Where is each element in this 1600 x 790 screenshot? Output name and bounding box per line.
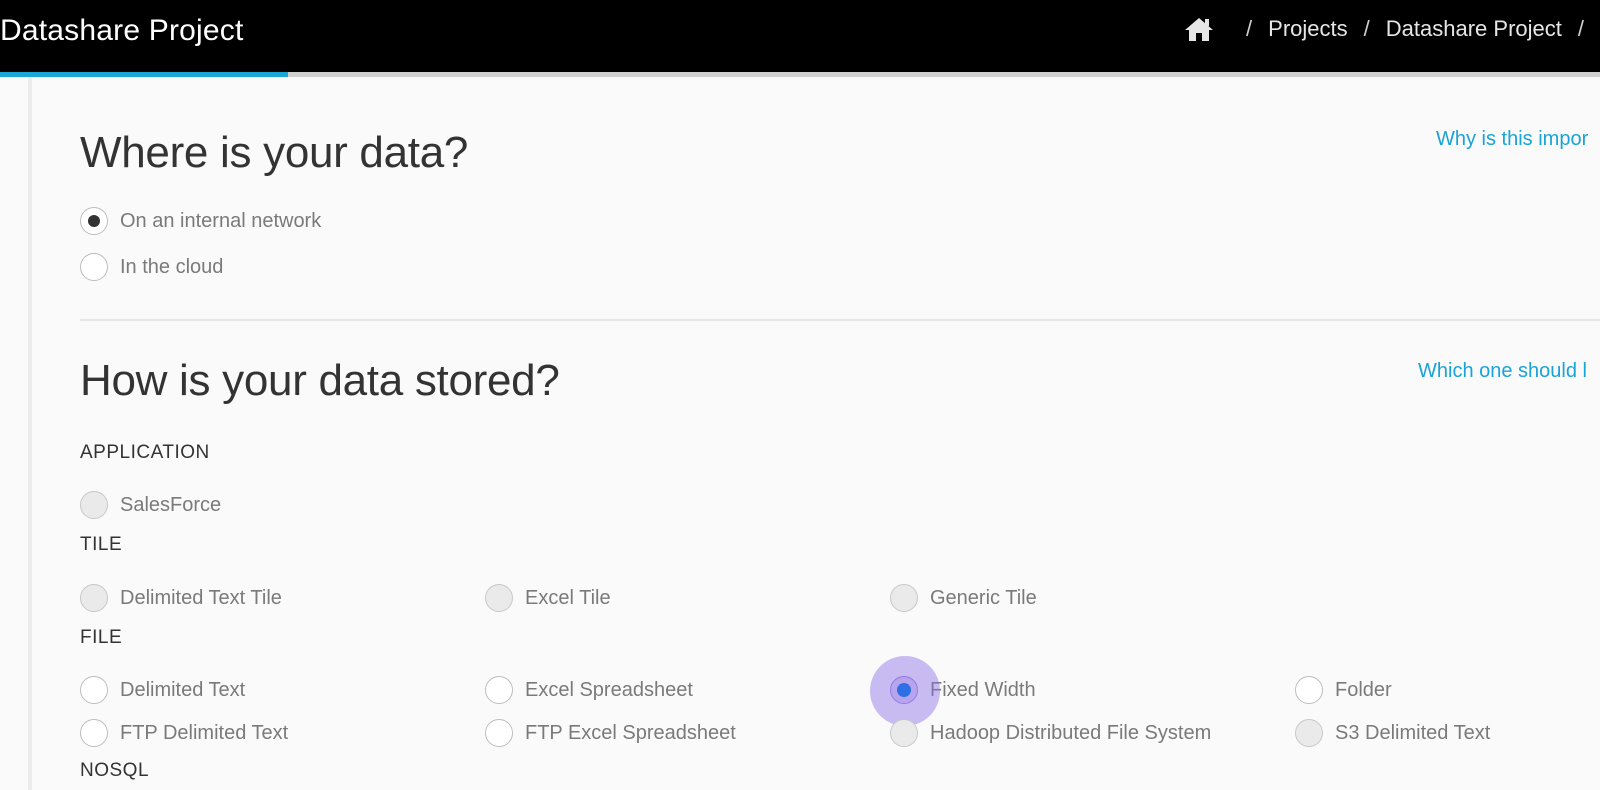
radio-button[interactable]: [80, 584, 108, 612]
category-file: FILE: [80, 627, 123, 648]
option-label: Fixed Width: [930, 678, 1036, 701]
storage-help-link[interactable]: Which one should l: [1418, 360, 1587, 383]
storage-option-ftp-delimited-text[interactable]: FTP Delimited Text: [80, 719, 288, 747]
option-label: SalesForce: [120, 493, 222, 516]
option-label: Excel Spreadsheet: [525, 678, 693, 701]
storage-section-title: How is your data stored?: [80, 356, 560, 405]
radio-button-selected[interactable]: [870, 656, 940, 726]
option-label: On an internal network: [120, 209, 322, 232]
radio-button[interactable]: [1295, 719, 1323, 747]
radio-button[interactable]: [890, 584, 918, 612]
storage-option-generic-tile[interactable]: Generic Tile: [890, 584, 1037, 612]
location-help-link[interactable]: Why is this impor: [1436, 128, 1588, 151]
breadcrumb-separator: /: [1577, 16, 1584, 41]
radio-button[interactable]: [80, 491, 108, 519]
radio-button[interactable]: [485, 584, 513, 612]
category-nosql: NOSQL: [80, 760, 150, 781]
breadcrumb: / Projects / Datashare Project /: [1184, 16, 1600, 42]
storage-option-excel-spreadsheet[interactable]: Excel Spreadsheet: [485, 676, 693, 704]
wizard-progress-bar: [0, 72, 1600, 77]
radio-button[interactable]: [485, 719, 513, 747]
option-label: Delimited Text Tile: [120, 586, 282, 609]
storage-option-ftp-excel-spreadsheet[interactable]: FTP Excel Spreadsheet: [485, 719, 736, 747]
option-label: FTP Delimited Text: [120, 721, 289, 744]
category-application: APPLICATION: [80, 442, 210, 463]
top-bar: Datashare Project / Projects / Datashare…: [0, 0, 1600, 72]
radio-button[interactable]: [80, 253, 108, 281]
storage-option-hdfs[interactable]: Hadoop Distributed File System: [890, 719, 1211, 747]
storage-option-excel-tile[interactable]: Excel Tile: [485, 584, 611, 612]
storage-option-fixed-width[interactable]: Fixed Width: [870, 656, 1036, 726]
app-title: Datashare Project: [0, 14, 244, 47]
radio-button[interactable]: [485, 676, 513, 704]
left-rule: [28, 77, 32, 790]
radio-button[interactable]: [890, 719, 918, 747]
option-label: Hadoop Distributed File System: [930, 721, 1212, 744]
focus-ring: [870, 656, 940, 726]
option-label: Delimited Text: [120, 678, 246, 701]
radio-button[interactable]: [1295, 676, 1323, 704]
option-label: In the cloud: [120, 255, 224, 278]
location-option-cloud[interactable]: In the cloud: [80, 253, 223, 281]
option-label: Folder: [1335, 678, 1392, 701]
radio-button[interactable]: [80, 676, 108, 704]
option-label: S3 Delimited Text: [1335, 721, 1491, 744]
storage-option-folder[interactable]: Folder: [1295, 676, 1392, 704]
breadcrumb-datashare-project[interactable]: Datashare Project: [1386, 16, 1562, 42]
location-option-internal-network[interactable]: On an internal network: [80, 207, 321, 235]
option-label: Generic Tile: [930, 586, 1037, 609]
breadcrumb-projects[interactable]: Projects: [1268, 16, 1347, 42]
category-tile: TILE: [80, 534, 123, 555]
storage-option-delimited-text[interactable]: Delimited Text: [80, 676, 245, 704]
breadcrumb-separator: /: [1246, 16, 1253, 41]
section-divider: [80, 319, 1600, 321]
storage-option-salesforce[interactable]: SalesForce: [80, 491, 221, 519]
option-label: FTP Excel Spreadsheet: [525, 721, 736, 744]
radio-button[interactable]: [80, 719, 108, 747]
breadcrumb-separator: /: [1363, 16, 1370, 41]
storage-option-delimited-text-tile[interactable]: Delimited Text Tile: [80, 584, 282, 612]
location-section-title: Where is your data?: [80, 128, 469, 177]
wizard-progress-fill: [0, 72, 288, 77]
option-label: Excel Tile: [525, 586, 611, 609]
radio-button[interactable]: [80, 207, 108, 235]
home-icon[interactable]: [1184, 16, 1214, 42]
storage-option-s3-delimited-text[interactable]: S3 Delimited Text: [1295, 719, 1490, 747]
